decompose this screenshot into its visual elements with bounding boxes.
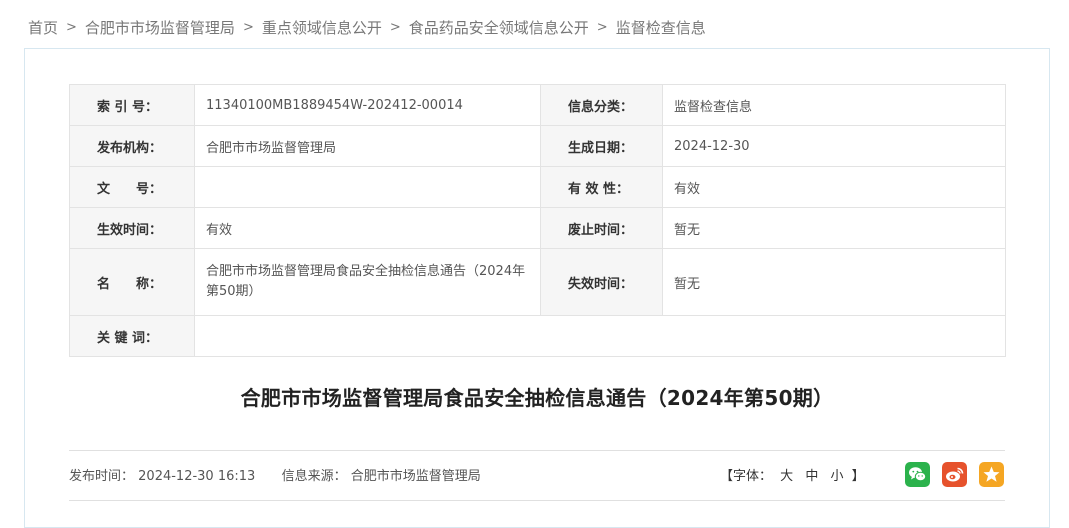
expire-time-label: 失效时间： <box>540 248 663 316</box>
index-label: 索 引 号： <box>69 84 195 126</box>
table-row: 名 称： 合肥市市场监督管理局食品安全抽检信息通告（2024年第50期） 失效时… <box>69 248 1006 316</box>
effective-time-value: 有效 <box>194 207 541 249</box>
breadcrumb-separator: > <box>389 19 401 35</box>
created-date-label: 生成日期： <box>540 125 663 167</box>
name-value: 合肥市市场监督管理局食品安全抽检信息通告（2024年第50期） <box>194 248 541 316</box>
breadcrumb-key-areas[interactable]: 重点领域信息公开 <box>262 17 382 38</box>
publisher-label: 发布机构： <box>69 125 195 167</box>
index-value: 11340100MB1889454W-202412-00014 <box>194 84 541 126</box>
document-title: 合肥市市场监督管理局食品安全抽检信息通告（2024年第50期） <box>240 386 834 410</box>
table-row: 文 号： 有 效 性： 有效 <box>69 166 1006 208</box>
font-size-switcher: 【字体： 大 中 小 】 <box>720 465 865 484</box>
validity-value: 有效 <box>662 166 1006 208</box>
source-value: 合肥市市场监督管理局 <box>350 469 481 484</box>
breadcrumb: 首页 > 合肥市市场监督管理局 > 重点领域信息公开 > 食品药品安全领域信息公… <box>28 16 706 38</box>
publish-time-label: 发布时间： <box>69 469 135 484</box>
font-medium-button[interactable]: 中 <box>805 469 818 484</box>
breadcrumb-inspection[interactable]: 监督检查信息 <box>616 17 706 38</box>
font-size-suffix: 】 <box>851 469 865 484</box>
share-weibo-button[interactable] <box>942 462 967 487</box>
repeal-time-value: 暂无 <box>662 207 1006 249</box>
font-small-button[interactable]: 小 <box>830 469 843 484</box>
breadcrumb-home[interactable]: 首页 <box>28 17 58 38</box>
table-row: 关 键 词： <box>69 315 1006 357</box>
breadcrumb-separator: > <box>596 19 608 35</box>
metadata-table: 索 引 号： 11340100MB1889454W-202412-00014 信… <box>69 84 1006 357</box>
font-size-prefix: 【字体： <box>720 469 773 484</box>
doc-number-value <box>194 166 541 208</box>
favorite-button[interactable] <box>979 462 1004 487</box>
table-row: 索 引 号： 11340100MB1889454W-202412-00014 信… <box>69 84 1006 126</box>
source-label: 信息来源： <box>281 469 347 484</box>
breadcrumb-separator: > <box>242 19 254 35</box>
expire-time-value: 暂无 <box>662 248 1006 316</box>
name-label: 名 称： <box>69 248 195 316</box>
publish-time-value: 2024-12-30 16:13 <box>138 469 256 484</box>
doc-number-label: 文 号： <box>69 166 195 208</box>
divider <box>69 500 1005 501</box>
breadcrumb-food-drug[interactable]: 食品药品安全领域信息公开 <box>409 17 589 38</box>
effective-time-label: 生效时间： <box>69 207 195 249</box>
star-icon <box>983 466 1000 482</box>
created-date-value: 2024-12-30 <box>662 125 1006 167</box>
breadcrumb-bureau[interactable]: 合肥市市场监督管理局 <box>85 17 235 38</box>
weibo-icon <box>946 467 964 482</box>
keywords-value <box>194 315 1006 357</box>
divider <box>69 450 1005 451</box>
table-row: 发布机构： 合肥市市场监督管理局 生成日期： 2024-12-30 <box>69 125 1006 167</box>
repeal-time-label: 废止时间： <box>540 207 663 249</box>
category-label: 信息分类： <box>540 84 663 126</box>
validity-label: 有 效 性： <box>540 166 663 208</box>
keywords-label: 关 键 词： <box>69 315 195 357</box>
wechat-icon <box>909 467 927 482</box>
publish-info: 发布时间： 2024-12-30 16:13 信息来源： 合肥市市场监督管理局 <box>69 465 481 484</box>
publisher-value: 合肥市市场监督管理局 <box>194 125 541 167</box>
table-row: 生效时间： 有效 废止时间： 暂无 <box>69 207 1006 249</box>
share-wechat-button[interactable] <box>905 462 930 487</box>
category-value: 监督检查信息 <box>662 84 1006 126</box>
font-large-button[interactable]: 大 <box>780 469 793 484</box>
breadcrumb-separator: > <box>66 19 77 35</box>
